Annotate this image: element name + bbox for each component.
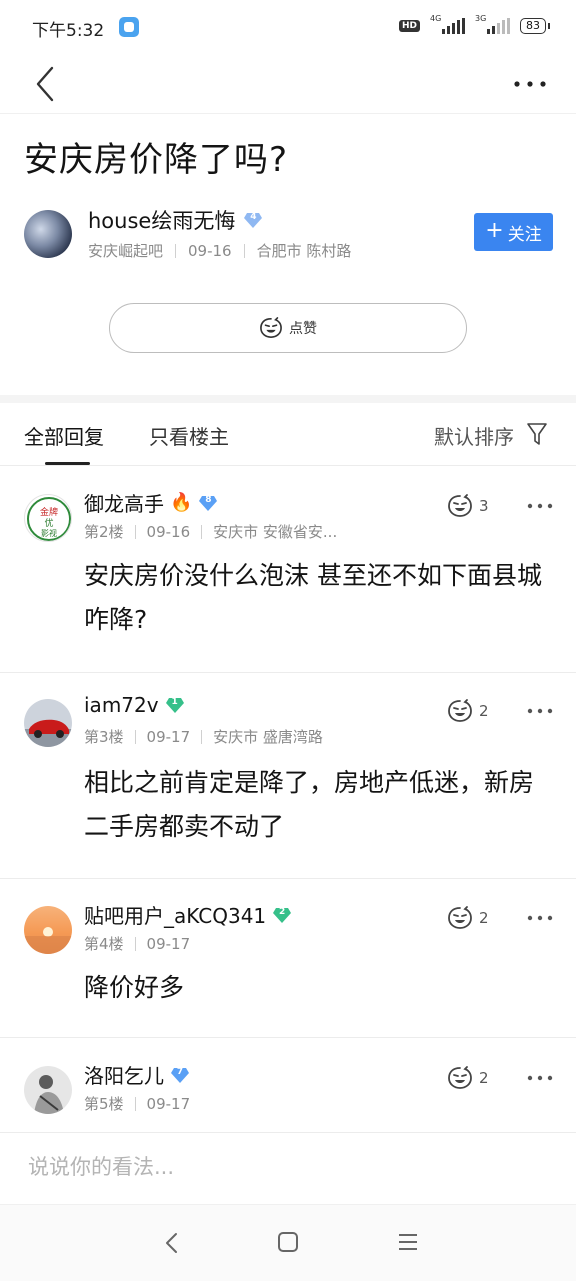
sort-dropdown[interactable]: 默认排序: [434, 421, 514, 450]
like-face-icon: [448, 699, 472, 722]
level-badge-icon: 4: [243, 210, 263, 230]
reply-location: 安庆市 盛唐湾路: [213, 728, 323, 746]
reply-date: 09-17: [146, 1094, 191, 1113]
reply-username[interactable]: 贴吧用户_aKCQ341: [84, 900, 266, 929]
reply-username[interactable]: 洛阳乞儿: [84, 1060, 164, 1089]
reply-more-icon[interactable]: [526, 500, 554, 512]
reply-floor: 第3楼: [84, 728, 124, 746]
reply-divider: [0, 672, 576, 673]
like-face-icon: [448, 1066, 472, 1089]
reply-date: 09-17: [146, 727, 191, 746]
back-arrow-icon[interactable]: [30, 64, 66, 104]
status-indicators: HD 4G 3G 83: [398, 14, 550, 34]
reply-username[interactable]: 御龙高手: [84, 488, 164, 517]
fire-icon: 🔥: [170, 492, 193, 513]
reply-avatar[interactable]: 金牌优影视: [24, 494, 72, 542]
reply-meta: 第4楼 09-17: [84, 933, 190, 954]
signal-3g-icon: 3G: [475, 14, 510, 34]
reply-floor: 第5楼: [84, 1095, 124, 1113]
tab-owner-only[interactable]: 只看楼主: [149, 421, 229, 450]
reply-meta: 第2楼 09-16 安庆市 安徽省安...: [84, 521, 337, 542]
tabs-divider: [0, 465, 576, 466]
reply-like-button[interactable]: 3: [447, 494, 489, 518]
reply-date: 09-17: [146, 934, 191, 953]
reply-like-count: 3: [479, 497, 489, 515]
reply-more-icon[interactable]: [526, 705, 554, 717]
system-nav-bar: [0, 1204, 576, 1281]
reply-like-count: 2: [479, 702, 489, 720]
reply-avatar[interactable]: [24, 906, 72, 954]
reply-content: 安庆房价没什么泡沫 甚至还不如下面县城 咋降?: [84, 561, 542, 634]
reply-like-button[interactable]: 2: [447, 1066, 489, 1090]
system-back-icon[interactable]: [160, 1229, 184, 1257]
reply-meta: 第3楼 09-17 安庆市 盛唐湾路: [84, 726, 323, 747]
reply-meta: 第5楼 09-17: [84, 1093, 190, 1114]
reply-tabs: 全部回复 只看楼主 默认排序: [0, 403, 576, 465]
like-face-icon: [448, 494, 472, 517]
reply-more-icon[interactable]: [526, 912, 554, 924]
reply-avatar[interactable]: [24, 1066, 72, 1114]
level-badge-icon: 2: [272, 905, 292, 925]
post-title: 安庆房价降了吗?: [24, 140, 289, 180]
svg-text:金牌: 金牌: [40, 506, 58, 518]
top-nav-bar: [0, 56, 576, 112]
reply-avatar[interactable]: [24, 699, 72, 747]
reply-floor: 第2楼: [84, 523, 124, 541]
level-badge-icon: 8: [198, 493, 218, 513]
reply-more-icon[interactable]: [526, 1072, 554, 1084]
reply-username[interactable]: iam72v: [84, 693, 159, 717]
level-badge-icon: 7: [170, 1065, 190, 1085]
filter-icon[interactable]: [526, 421, 548, 447]
battery-icon: 83: [520, 18, 550, 34]
like-face-icon: [448, 906, 472, 929]
author-avatar[interactable]: [24, 210, 72, 258]
signal-4g-icon: 4G: [430, 14, 465, 34]
svg-text:影视: 影视: [41, 528, 57, 538]
svg-text:优: 优: [44, 517, 53, 529]
reply-like-count: 2: [479, 1069, 489, 1087]
follow-button[interactable]: + 关注: [474, 213, 553, 251]
like-button[interactable]: 点赞: [109, 303, 467, 353]
plus-icon: +: [485, 218, 504, 243]
reply-content: 相比之前肯定是降了，房地产低迷，新房二手房都卖不动了: [84, 768, 535, 841]
reply-divider: [0, 878, 576, 879]
status-time: 下午5:32: [32, 21, 105, 41]
reply-floor: 第4楼: [84, 935, 124, 953]
post-date: 09-16: [188, 241, 232, 260]
author-meta: 安庆崛起吧 09-16 合肥市 陈村路: [88, 240, 351, 261]
tab-all-replies[interactable]: 全部回复: [24, 421, 104, 450]
comment-input[interactable]: 说说你的看法...: [28, 1151, 174, 1181]
like-face-icon: [260, 317, 282, 338]
reply-like-count: 2: [479, 909, 489, 927]
forum-name[interactable]: 安庆崛起吧: [88, 240, 163, 261]
level-badge-icon: 1: [165, 695, 185, 715]
nav-divider: [0, 113, 576, 114]
reply-content: 降价好多: [84, 973, 185, 1002]
author-name[interactable]: house绘雨无悔: [88, 205, 235, 235]
system-home-icon[interactable]: [277, 1231, 299, 1253]
author-name-row: house绘雨无悔 4: [88, 205, 263, 235]
comment-bar: 说说你的看法...: [0, 1132, 576, 1205]
reply-like-button[interactable]: 2: [447, 699, 489, 723]
reply-location: 安庆市 安徽省安...: [213, 523, 338, 541]
status-bar: 下午5:32 HD 4G 3G 83: [0, 0, 576, 56]
post-location: 合肥市 陈村路: [256, 242, 352, 260]
reply-like-button[interactable]: 2: [447, 906, 489, 930]
system-menu-icon[interactable]: [396, 1231, 420, 1253]
app-notification-icon: [119, 17, 139, 37]
hd-icon: HD: [398, 20, 420, 32]
section-divider: [0, 395, 576, 403]
more-options-icon[interactable]: [512, 74, 548, 94]
reply-divider: [0, 1037, 576, 1038]
reply-date: 09-16: [146, 522, 191, 541]
